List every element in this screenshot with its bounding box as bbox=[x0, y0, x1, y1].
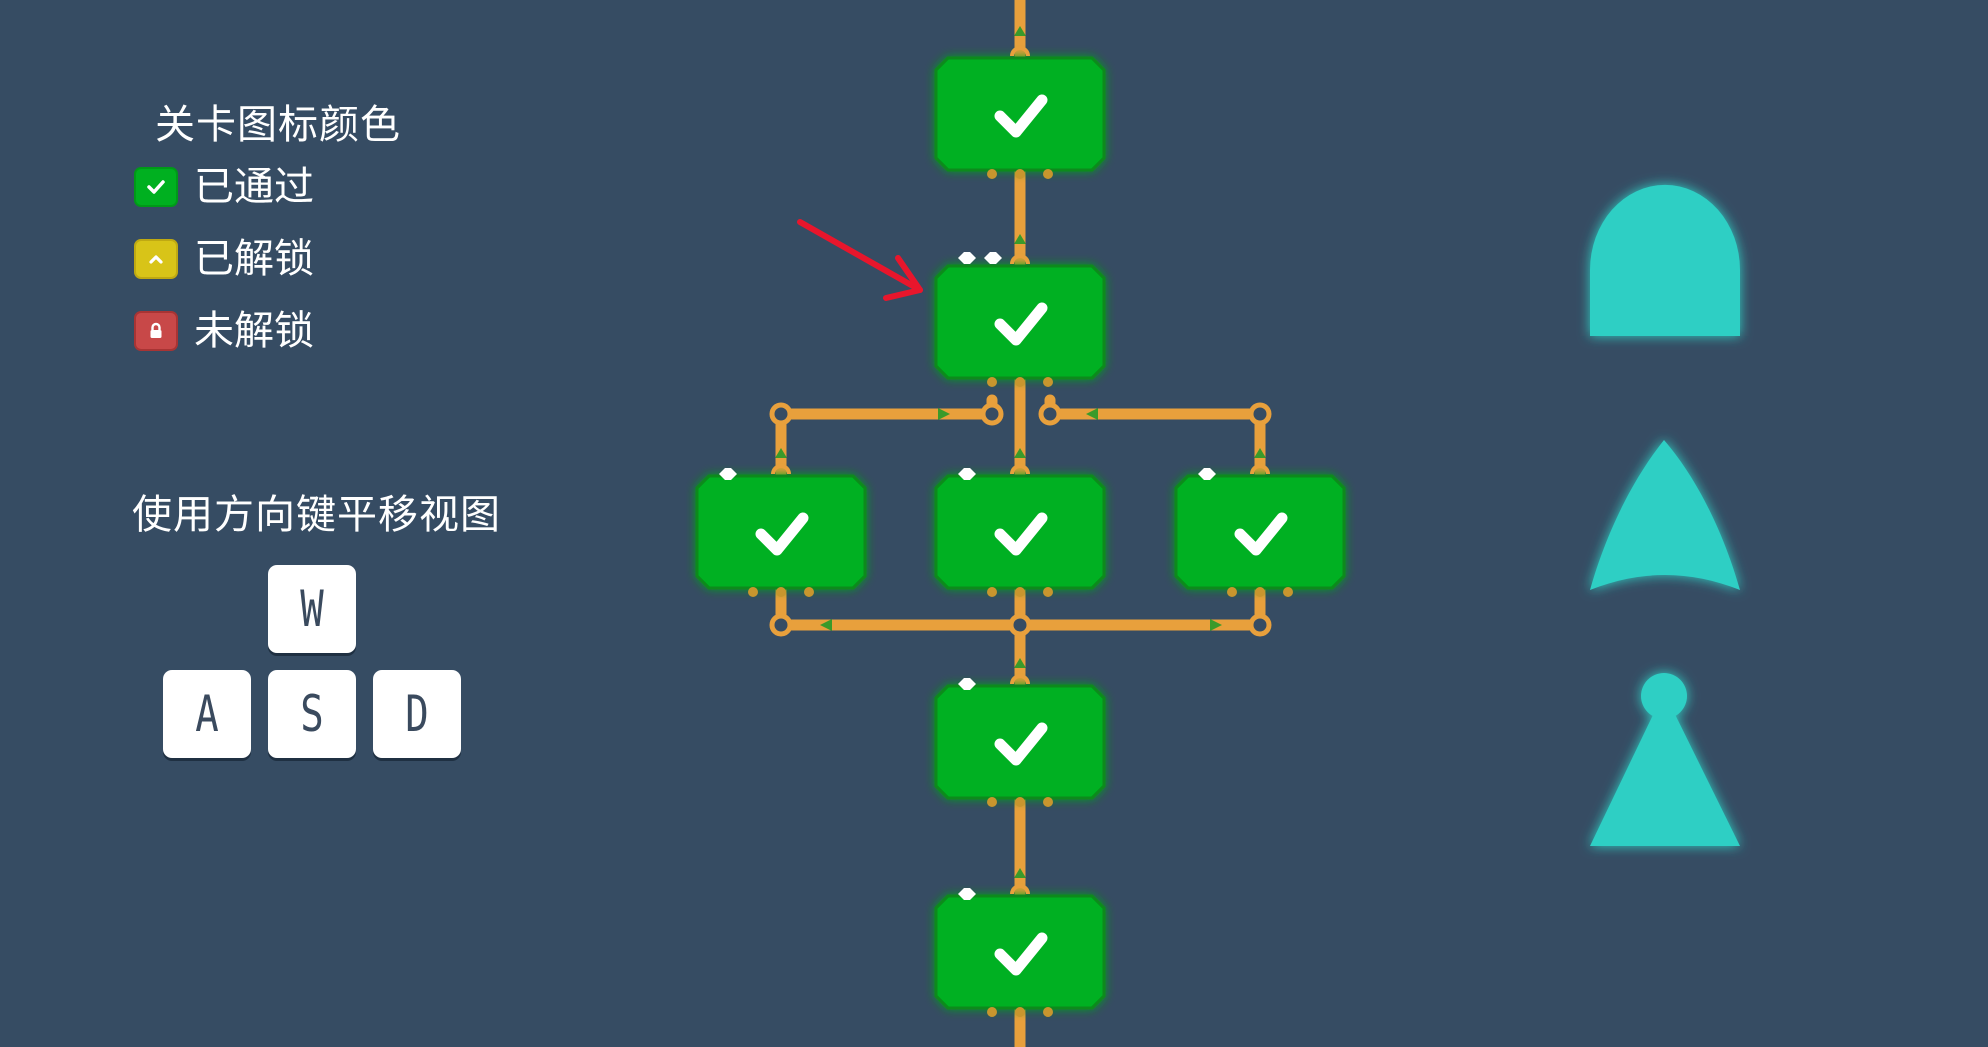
level-3c[interactable] bbox=[1174, 464, 1346, 597]
and-gate-icon bbox=[1590, 184, 1740, 336]
wire-junction bbox=[980, 402, 1004, 426]
indicator-dots bbox=[958, 252, 1002, 264]
wire-junction bbox=[769, 613, 793, 637]
level-2[interactable] bbox=[934, 252, 1106, 387]
wire-junction bbox=[1248, 613, 1272, 637]
level-map bbox=[695, 0, 1740, 1047]
wire-junction bbox=[1248, 402, 1272, 426]
wire-junction bbox=[1008, 613, 1032, 637]
annotation-arrow-icon bbox=[797, 219, 923, 301]
level-4[interactable] bbox=[934, 674, 1106, 807]
wire-junction bbox=[769, 402, 793, 426]
or-gate-icon bbox=[1590, 440, 1740, 590]
level-1[interactable] bbox=[934, 46, 1106, 179]
not-gate-icon bbox=[1590, 673, 1740, 846]
wire-junction bbox=[1038, 402, 1062, 426]
level-3b[interactable] bbox=[934, 464, 1106, 597]
level-5[interactable] bbox=[934, 884, 1106, 1017]
level-3a[interactable] bbox=[695, 464, 867, 597]
